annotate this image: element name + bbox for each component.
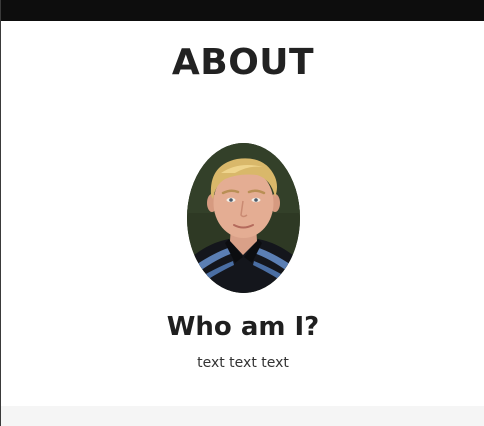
about-text: text text text: [197, 355, 289, 371]
about-page: ABOUT Who am I? text text text: [0, 0, 484, 426]
page-title: ABOUT: [171, 42, 315, 83]
profile-photo: [187, 143, 300, 293]
top-navbar: [1, 0, 484, 21]
who-am-i-heading: Who am I?: [166, 312, 320, 342]
footer: [1, 406, 484, 426]
